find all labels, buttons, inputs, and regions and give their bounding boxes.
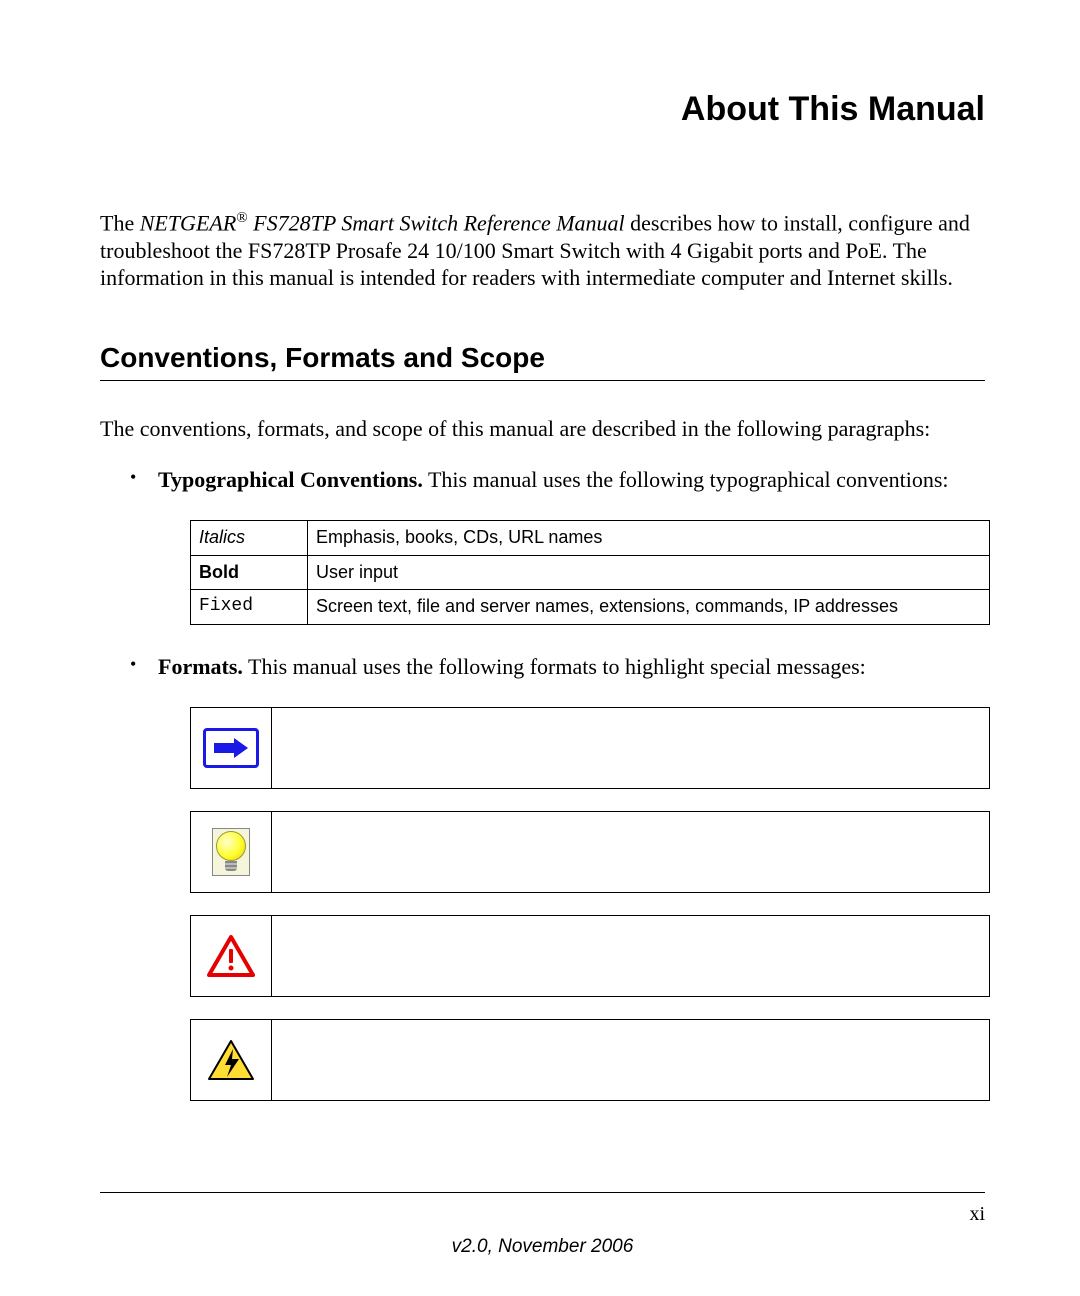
table-cell-label: Fixed — [191, 590, 308, 624]
danger-content — [272, 1020, 989, 1100]
bullet-typographical-bold: Typographical Conventions. — [158, 467, 423, 492]
warning-content — [272, 916, 989, 996]
table-cell-label: Italics — [191, 521, 308, 555]
format-box-note — [190, 707, 990, 789]
table-cell-desc: Screen text, file and server names, exte… — [308, 590, 990, 624]
danger-icon-cell — [191, 1020, 272, 1100]
bullet-typographical-rest: This manual uses the following typograph… — [423, 467, 949, 492]
page-footer: xi v2.0, November 2006 — [100, 1192, 985, 1258]
tip-content — [272, 812, 989, 892]
warning-icon-cell — [191, 916, 272, 996]
typographical-conventions-table: Italics Emphasis, books, CDs, URL names … — [190, 520, 990, 624]
bullet-formats: Formats. This manual uses the following … — [130, 653, 985, 1102]
registered-symbol-icon: ® — [236, 210, 247, 226]
intro-italic-title: NETGEAR — [140, 210, 237, 235]
tip-icon-cell — [191, 812, 272, 892]
section-heading: Conventions, Formats and Scope — [100, 342, 985, 374]
bullet-list: Typographical Conventions. This manual u… — [130, 466, 985, 1101]
table-row: Fixed Screen text, file and server names… — [191, 590, 990, 624]
warning-triangle-icon — [207, 935, 255, 977]
bullet-formats-rest: This manual uses the following formats t… — [243, 654, 866, 679]
page-number: xi — [100, 1203, 985, 1226]
page-title: About This Manual — [100, 90, 985, 129]
note-content — [272, 708, 989, 788]
intro-italic-title-rest: FS728TP Smart Switch Reference Manual — [248, 210, 625, 235]
intro-paragraph: The NETGEAR® FS728TP Smart Switch Refere… — [100, 209, 985, 292]
note-icon-cell — [191, 708, 272, 788]
note-arrow-icon — [203, 728, 259, 768]
footer-divider — [100, 1192, 985, 1193]
format-box-danger — [190, 1019, 990, 1101]
danger-lightning-icon — [207, 1039, 255, 1081]
table-cell-label: Bold — [191, 555, 308, 589]
table-cell-desc: User input — [308, 555, 990, 589]
section-lead: The conventions, formats, and scope of t… — [100, 416, 985, 442]
footer-version: v2.0, November 2006 — [100, 1236, 985, 1258]
table-row: Bold User input — [191, 555, 990, 589]
format-box-warning — [190, 915, 990, 997]
table-cell-desc: Emphasis, books, CDs, URL names — [308, 521, 990, 555]
lightbulb-icon — [212, 828, 250, 876]
table-row: Italics Emphasis, books, CDs, URL names — [191, 521, 990, 555]
bullet-typographical: Typographical Conventions. This manual u… — [130, 466, 985, 625]
bullet-formats-bold: Formats. — [158, 654, 243, 679]
intro-prefix: The — [100, 210, 140, 235]
format-box-tip — [190, 811, 990, 893]
section-divider — [100, 380, 985, 381]
